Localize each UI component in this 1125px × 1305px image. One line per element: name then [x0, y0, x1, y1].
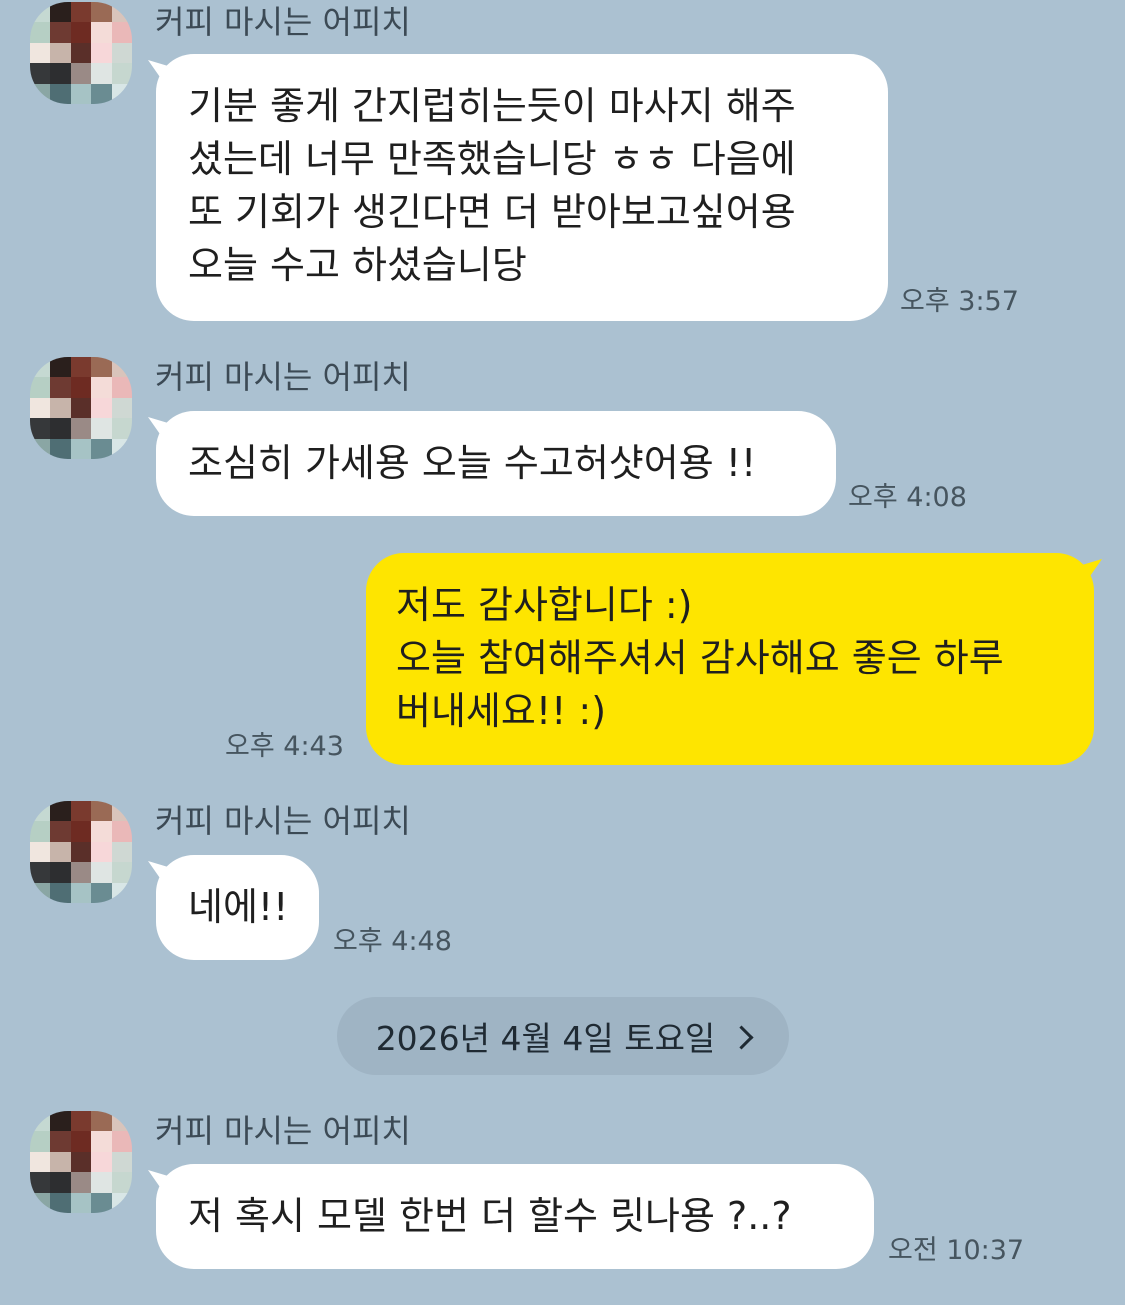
message-time: 오전 10:37: [888, 1235, 1025, 1266]
message-bubble-incoming[interactable]: 네에!!: [156, 855, 319, 960]
sender-name: 커피 마시는 어피치: [155, 1112, 411, 1150]
date-divider[interactable]: 2026년 4월 4일 토요일: [337, 997, 789, 1075]
message-time: 오후 4:48: [333, 926, 452, 957]
message-bubble-outgoing[interactable]: 저도 감사합니다 :) 오늘 참여해주셔서 감사해요 좋은 하루 버내세요!! …: [366, 553, 1094, 765]
message-time: 오후 4:08: [848, 482, 967, 513]
message-text: 오늘 수고 하셨습니당: [188, 243, 527, 287]
avatar[interactable]: [30, 1111, 132, 1213]
message-text: 저 혹시 모델 한번 더 할수 릿나용 ?..?: [188, 1194, 792, 1238]
sender-name: 커피 마시는 어피치: [155, 3, 411, 41]
message-text: 셨는데 너무 만족했습니당 ㅎㅎ 다음에: [188, 137, 796, 181]
message-text: 저도 감사합니다 :): [396, 583, 693, 627]
avatar[interactable]: [30, 801, 132, 903]
message-text: 오늘 참여해주셔서 감사해요 좋은 하루: [396, 636, 1004, 680]
message-text: 또 기회가 생긴다면 더 받아보고싶어용: [188, 190, 796, 234]
date-divider-label: 2026년 4월 4일 토요일: [375, 1019, 716, 1058]
avatar[interactable]: [30, 357, 132, 459]
avatar[interactable]: [30, 2, 132, 104]
message-text: 네에!!: [188, 885, 289, 929]
message-bubble-incoming[interactable]: 저 혹시 모델 한번 더 할수 릿나용 ?..?: [156, 1164, 874, 1269]
message-text: 버내세요!! :): [396, 689, 607, 733]
sender-name: 커피 마시는 어피치: [155, 358, 411, 396]
chevron-right-icon: [729, 1024, 754, 1050]
message-bubble-incoming[interactable]: 조심히 가세용 오늘 수고허샷어용 !!: [156, 411, 836, 516]
message-text: 조심히 가세용 오늘 수고허샷어용 !!: [188, 441, 757, 485]
message-time: 오후 3:57: [900, 286, 1019, 317]
message-bubble-incoming[interactable]: 기분 좋게 간지럽히는듯이 마사지 해주 셨는데 너무 만족했습니당 ㅎㅎ 다음…: [156, 54, 888, 321]
sender-name: 커피 마시는 어피치: [155, 802, 411, 840]
message-text: 기분 좋게 간지럽히는듯이 마사지 해주: [188, 84, 796, 128]
message-time: 오후 4:43: [225, 731, 344, 762]
